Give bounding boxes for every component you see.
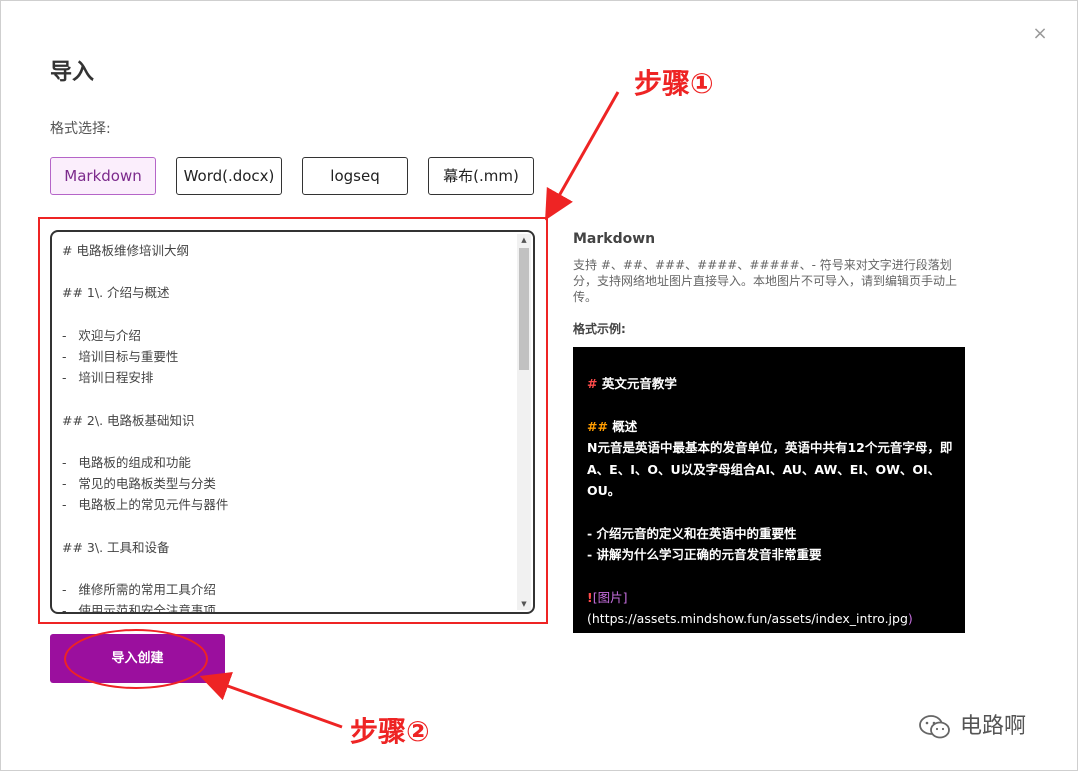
format-mubu-button[interactable]: 幕布(.mm) [428,157,534,195]
wechat-icon [919,715,950,739]
format-example-box: # 英文元音教学 ## 概述 N元音是英语中最基本的发音单位，英语中共有12个元… [573,347,965,633]
h2-mark: ## [587,418,608,434]
editor-line: - 电路板上的常见元件与器件 [62,497,229,513]
editor-content[interactable]: # 电路板维修培训大纲 ## 1\. 介绍与概述 - 欢迎与介绍 - 培训目标与重要性… [62,240,511,614]
step1-label: 步骤① [634,67,714,100]
import-create-button[interactable]: 导入创建 [50,634,225,683]
editor-line: - 培训日程安排 [62,370,154,386]
format-select-label: 格式选择: [50,121,111,137]
editor-line: ## 2\. 电路板基础知识 [62,412,195,428]
close-icon[interactable]: × [1030,24,1050,44]
editor-line: - 常见的电路板类型与分类 [62,476,216,492]
example-bullet-1: - 介绍元音的定义和在英语中的重要性 [587,525,797,541]
format-logseq-button[interactable]: logseq [302,157,408,195]
scrollbar[interactable]: ▲ ▼ [517,234,531,610]
markdown-textarea[interactable]: # 电路板维修培训大纲 ## 1\. 介绍与概述 - 欢迎与介绍 - 培训目标与重要性… [50,230,535,614]
watermark-text: 电路啊 [960,714,1027,739]
editor-line: - 使用示范和安全注意事项 [62,603,216,614]
format-markdown-button[interactable]: Markdown [50,157,156,195]
example-bullet-2: - 讲解为什么学习正确的元音发音非常重要 [587,547,822,563]
scroll-up-icon[interactable]: ▲ [517,234,531,246]
scroll-down-icon[interactable]: ▼ [517,598,531,610]
scrollbar-thumb[interactable] [519,248,529,370]
editor-line: ## 1\. 介绍与概述 [62,285,170,301]
example-paragraph: N元音是英语中最基本的发音单位，英语中共有12个元音字母，即A、E、I、O、U以… [587,440,953,499]
img-alt: [图片] [592,590,628,606]
step2-label: 步骤② [350,715,430,748]
watermark: 电路啊 [918,708,1026,740]
img-url: (https://assets.mindshow.fun/assets/inde… [587,611,908,627]
editor-line: # 电路板维修培训大纲 [62,243,189,258]
h2-text: 概述 [607,418,638,434]
h1-text: 英文元音教学 [597,376,677,391]
format-info-description: 支持 #、##、###、####、#####、- 符号来对文字进行段落划分，支持… [573,258,958,304]
editor-line: - 电路板的组成和功能 [62,454,191,470]
editor-line: - 维修所需的常用工具介绍 [62,582,216,597]
format-info-title: Markdown [573,231,656,247]
h1-mark: # [587,376,598,391]
editor-line: ## 3\. 工具和设备 [62,539,170,555]
img-close: ) [907,611,913,627]
editor-line: - 培训目标与重要性 [62,348,179,364]
dialog-title: 导入 [50,60,95,85]
editor-line: - 欢迎与介绍 [62,327,141,343]
format-word-button[interactable]: Word(.docx) [176,157,282,195]
example-label: 格式示例: [573,322,626,336]
